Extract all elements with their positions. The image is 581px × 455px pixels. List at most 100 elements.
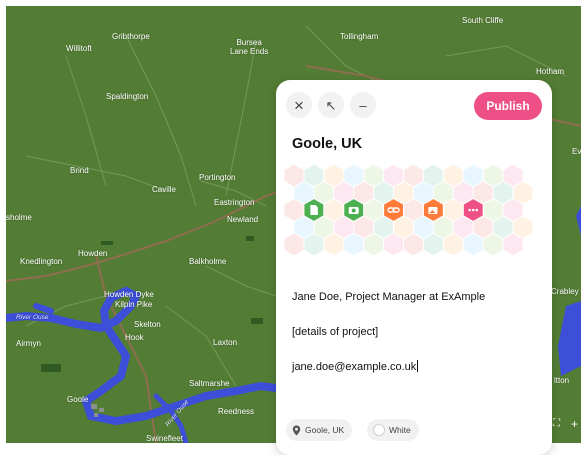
hex-cell[interactable]: [404, 233, 423, 256]
hex-cell[interactable]: [433, 181, 453, 204]
hex-cell[interactable]: [503, 233, 523, 256]
hex-cell[interactable]: [443, 164, 463, 187]
hex-cell[interactable]: [324, 233, 344, 256]
place-label: Tollingham: [340, 32, 379, 41]
hex-cell[interactable]: [324, 199, 344, 221]
place-label: Howden: [78, 249, 108, 258]
camera-icon-glyph: [348, 207, 359, 214]
hex-cell[interactable]: [513, 181, 533, 204]
hex-cell[interactable]: [284, 199, 304, 221]
hex-cell[interactable]: [294, 216, 314, 239]
hex-cell[interactable]: [473, 216, 493, 239]
hex-cell[interactable]: [483, 233, 503, 256]
place-label: Ev: [572, 147, 581, 156]
close-button[interactable]: ×: [286, 92, 312, 118]
hex-cell[interactable]: [364, 199, 384, 221]
town-block: [91, 404, 97, 409]
hex-cell[interactable]: [453, 181, 473, 204]
river-label: River Ouse: [16, 314, 49, 321]
water-body: [576, 206, 581, 236]
hex-cell[interactable]: [394, 216, 413, 239]
place-label: Reedness: [218, 407, 255, 416]
place-label: Willitoft: [66, 44, 92, 53]
more-icon-glyph: [468, 208, 479, 212]
hex-cell[interactable]: [344, 164, 364, 187]
place-label: Balkholme: [189, 257, 227, 266]
hex-cell[interactable]: [493, 216, 513, 239]
hex-cell[interactable]: [284, 164, 304, 187]
hex-cell[interactable]: [294, 181, 314, 204]
hex-cell[interactable]: [364, 233, 384, 256]
expand-button[interactable]: ↖: [318, 92, 344, 118]
image-icon-glyph: [428, 207, 438, 214]
color-chip-label: White: [389, 425, 411, 435]
place-label: Airmyn: [16, 339, 41, 348]
hex-cell[interactable]: [354, 216, 374, 239]
place-label: Eastrington: [214, 198, 255, 207]
minimize-button[interactable]: –: [350, 92, 376, 118]
field-patch: [246, 236, 254, 241]
hex-cell[interactable]: [413, 181, 433, 204]
email-line[interactable]: jane.doe@example.co.uk: [292, 360, 419, 373]
hex-cell[interactable]: [364, 164, 384, 187]
hex-cell[interactable]: [304, 233, 324, 256]
place-label: Howden Dyke: [104, 290, 154, 299]
place-label: Knedlington: [20, 257, 63, 266]
river-branch: [33, 303, 54, 314]
place-label: Kilpin Pike: [115, 300, 153, 309]
hex-cell[interactable]: [384, 233, 403, 256]
panel-toolbar: × ↖ – Publish: [286, 92, 542, 120]
zoom-in-button[interactable]: +: [571, 417, 578, 431]
hex-cell[interactable]: [443, 233, 463, 256]
place-label: Caville: [152, 185, 177, 194]
project-details-line[interactable]: [details of project]: [292, 326, 378, 338]
hex-cell[interactable]: [314, 216, 334, 239]
hex-cell[interactable]: [483, 199, 503, 221]
hex-cell[interactable]: [463, 164, 483, 187]
place-label: ltton: [554, 376, 570, 385]
place-label: Brind: [70, 166, 89, 175]
hex-cell[interactable]: [463, 233, 483, 256]
fullscreen-icon[interactable]: ⛶: [553, 418, 560, 429]
contact-name-line[interactable]: Jane Doe, Project Manager at ExAmple: [292, 291, 485, 303]
hex-cell[interactable]: [404, 164, 423, 187]
place-label: Skelton: [134, 320, 161, 329]
hex-cell[interactable]: [344, 233, 364, 256]
hex-cell[interactable]: [314, 181, 334, 204]
hex-cell[interactable]: [374, 181, 394, 204]
hex-cell[interactable]: [384, 164, 403, 187]
publish-button[interactable]: Publish: [474, 92, 542, 120]
hex-cell[interactable]: [503, 199, 523, 221]
hex-cell[interactable]: [483, 164, 503, 187]
hex-cell[interactable]: [493, 181, 513, 204]
hex-cell[interactable]: [394, 181, 413, 204]
hex-cell[interactable]: [304, 164, 324, 187]
hex-cell[interactable]: [473, 181, 493, 204]
hex-cell[interactable]: [354, 181, 374, 204]
field-patch: [101, 241, 113, 245]
hex-cell[interactable]: [404, 199, 423, 221]
hex-cell[interactable]: [334, 216, 354, 239]
hex-cell[interactable]: [324, 164, 344, 187]
place-label: Spaldington: [106, 92, 149, 101]
email-text: jane.doe@example.co.uk: [292, 361, 417, 373]
hex-cell[interactable]: [284, 233, 304, 256]
hex-cell[interactable]: [453, 216, 473, 239]
water-body: [558, 301, 581, 376]
hex-cell[interactable]: [503, 164, 523, 187]
minor-road: [25, 155, 167, 192]
arrow-up-left-icon: ↖: [325, 97, 337, 113]
hex-cell[interactable]: [433, 216, 453, 239]
hex-cell[interactable]: [513, 216, 533, 239]
hex-cell[interactable]: [374, 216, 394, 239]
place-label: Hook: [125, 333, 144, 342]
hex-cell[interactable]: [413, 216, 433, 239]
color-chip[interactable]: White: [367, 419, 419, 441]
hex-cell[interactable]: [334, 181, 354, 204]
close-icon: ×: [294, 95, 304, 115]
hex-cell[interactable]: [423, 233, 443, 256]
hex-cell[interactable]: [443, 199, 463, 221]
hex-cell[interactable]: [423, 164, 443, 187]
document-icon-glyph: [310, 205, 318, 215]
location-chip[interactable]: Goole, UK: [286, 419, 353, 441]
